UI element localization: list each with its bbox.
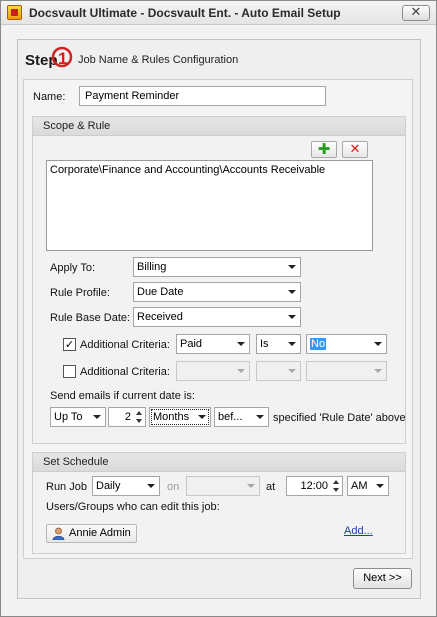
chevron-down-icon [93,415,101,419]
chevron-down-icon [256,415,264,419]
rule-base-date-value: Received [137,311,183,323]
folder-list-item[interactable]: Corporate\Finance and Accounting\Account… [50,164,325,176]
close-button[interactable]: ✕ [402,5,430,21]
title-bar[interactable]: Docsvault Ultimate - Docsvault Ent. - Au… [1,1,436,25]
criteria1-field-select[interactable]: Paid [176,334,250,354]
chevron-down-icon [247,484,255,488]
chevron-down-icon [288,369,296,373]
folder-list[interactable]: Corporate\Finance and Accounting\Account… [46,160,373,251]
chevron-down-icon [376,484,384,488]
rule-base-date-label: Rule Base Date: [50,312,131,324]
frequency-value: Daily [96,480,121,492]
spin-up-icon[interactable] [333,480,339,484]
unit-value: Months [153,411,190,423]
auto-email-setup-window: Docsvault Ultimate - Docsvault Ent. - Au… [0,0,437,617]
add-folder-button[interactable]: ✚ [311,141,337,158]
chevron-down-icon [288,265,296,269]
apply-to-select[interactable]: Billing [133,257,301,277]
window-title: Docsvault Ultimate - Docsvault Ent. - Au… [29,6,341,20]
user-chip-label: Annie Admin [69,527,131,539]
name-label: Name: [33,91,66,103]
user-chip[interactable]: Annie Admin [46,524,137,543]
criteria1-label: Additional Criteria: [80,339,170,351]
criteria1-value-select[interactable]: No [306,334,387,354]
criteria2-field-select[interactable] [176,361,250,381]
criteria2-operator-select[interactable] [256,361,301,381]
user-icon [52,527,65,540]
rule-profile-value: Due Date [137,286,184,298]
chevron-down-icon [374,342,382,346]
spin-up-icon[interactable] [136,411,142,415]
checkmark-icon: ✓ [64,338,75,351]
schedule-header: Set Schedule [33,453,405,472]
step-number: 1 [58,49,67,68]
remove-folder-button[interactable]: ✕ [342,141,368,158]
on-day-select[interactable] [186,476,260,496]
criteria1-operator-value: Is [260,338,269,350]
chevron-down-icon [288,342,296,346]
rule-profile-select[interactable]: Due Date [133,282,301,302]
plus-icon: ✚ [317,140,331,158]
ampm-value: AM [351,480,368,492]
criteria1-field-value: Paid [180,338,203,350]
run-job-label: Run Job [46,481,87,493]
on-label: on [167,481,180,493]
chevron-down-icon [237,369,245,373]
at-label: at [266,481,276,493]
scope-rule-header: Scope & Rule [33,117,405,136]
close-icon: ✕ [410,5,422,20]
range-value: Up To [54,411,83,423]
spin-down-icon[interactable] [333,488,339,492]
send-emails-label: Send emails if current date is: [50,390,195,402]
direction-value: bef... [218,411,243,423]
criteria2-value-select[interactable] [306,361,387,381]
delete-x-icon: ✕ [349,142,361,157]
add-user-link[interactable]: Add... [344,525,373,537]
range-select[interactable]: Up To [50,407,106,427]
job-name-input[interactable]: Payment Reminder [79,86,326,106]
rule-profile-label: Rule Profile: [50,287,110,299]
ampm-select[interactable]: AM [347,476,389,496]
direction-select[interactable]: bef... [214,407,269,427]
spin-down-icon[interactable] [136,419,142,423]
editors-label: Users/Groups who can edit this job: [46,501,220,513]
apply-to-value: Billing [137,261,167,273]
chevron-down-icon [288,315,296,319]
frequency-select[interactable]: Daily [92,476,160,496]
time-spinner[interactable]: 12:00 [286,476,343,496]
chevron-down-icon [237,342,245,346]
unit-select[interactable]: Months [149,407,211,427]
docsvault-app-icon [7,5,22,20]
count-value: 2 [124,411,131,423]
count-spinner[interactable]: 2 [108,407,146,427]
chevron-down-icon [147,484,155,488]
next-button[interactable]: Next >> [353,568,412,589]
time-value: 12:00 [300,480,328,492]
rule-base-date-select[interactable]: Received [133,307,301,327]
criteria1-checkbox[interactable]: ✓ [63,338,76,351]
chevron-down-icon [288,290,296,294]
chevron-down-icon [198,415,206,419]
job-name-value: Payment Reminder [85,90,180,102]
apply-to-label: Apply To: [50,262,96,274]
chevron-down-icon [374,369,382,373]
criteria2-checkbox[interactable] [63,365,76,378]
step-title: Job Name & Rules Configuration [78,54,239,66]
step-logo: Step 1 [25,46,73,69]
next-button-label: Next >> [363,572,402,584]
rule-date-suffix: specified 'Rule Date' above [273,412,406,424]
criteria1-value: No [310,338,327,350]
criteria2-label: Additional Criteria: [80,366,170,378]
criteria1-operator-select[interactable]: Is [256,334,301,354]
